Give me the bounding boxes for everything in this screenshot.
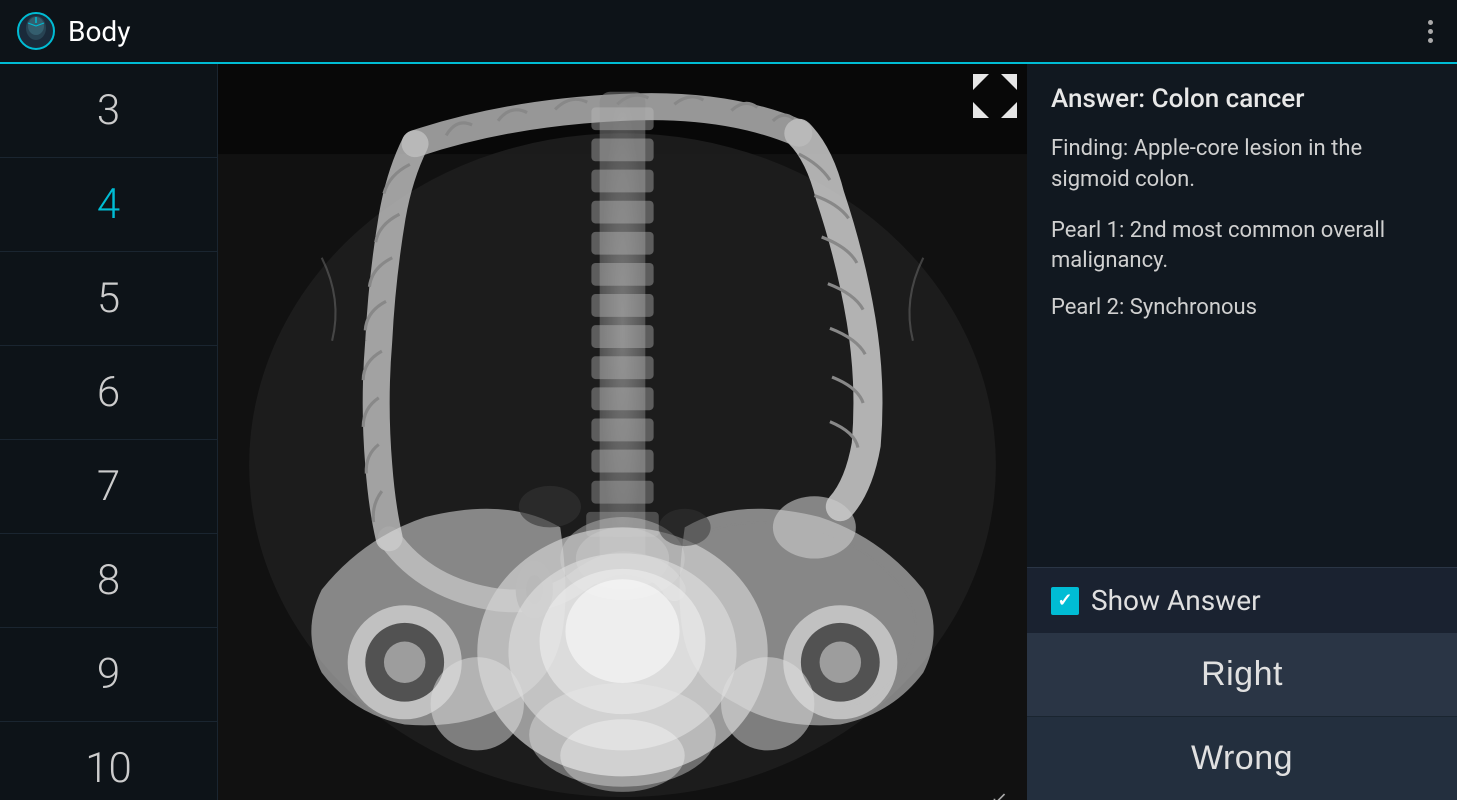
sidebar-item-6[interactable]: 6: [0, 346, 217, 440]
sidebar-item-3[interactable]: 3: [0, 64, 217, 158]
overflow-menu-button[interactable]: [1420, 16, 1441, 47]
app-title: Body: [68, 15, 130, 48]
right-button[interactable]: Right: [1027, 633, 1457, 716]
collapse-icon[interactable]: [971, 72, 1019, 120]
sidebar-item-10[interactable]: 10: [0, 722, 217, 800]
menu-dot-3: [1428, 38, 1433, 43]
main-content: 3 4 5 6 7 8 9 10: [0, 64, 1457, 800]
wrong-button[interactable]: Wrong: [1027, 716, 1457, 800]
answer-panel: Answer: Colon cancer Finding: Apple-core…: [1027, 64, 1457, 800]
sidebar-item-4[interactable]: 4: [0, 158, 217, 252]
header-left: Body: [16, 11, 130, 51]
app-logo-icon: [16, 11, 56, 51]
pearl1-text: Pearl 1: 2nd most common overall maligna…: [1051, 216, 1433, 278]
answer-title: Answer: Colon cancer: [1051, 84, 1433, 114]
checkbox-box: ✓: [1051, 587, 1079, 615]
collapse-arrows-icon: [971, 72, 1019, 120]
show-answer-row: ✓ Show Answer: [1027, 567, 1457, 633]
pearl2-text: Pearl 2: Synchronous: [1051, 293, 1433, 324]
finding-text: Finding: Apple-core lesion in the sigmoi…: [1051, 134, 1433, 196]
show-answer-label: Show Answer: [1091, 584, 1261, 617]
xray-image-area: ↙: [218, 64, 1027, 800]
svg-text:↙: ↙: [991, 787, 1008, 800]
answer-section: Answer: Colon cancer Finding: Apple-core…: [1027, 64, 1457, 567]
question-sidebar: 3 4 5 6 7 8 9 10: [0, 64, 218, 800]
sidebar-item-7[interactable]: 7: [0, 440, 217, 534]
show-answer-checkbox[interactable]: ✓ Show Answer: [1051, 584, 1261, 617]
xray-image: ↙: [218, 64, 1027, 800]
menu-dot-2: [1428, 29, 1433, 34]
menu-dot-1: [1428, 20, 1433, 25]
sidebar-item-9[interactable]: 9: [0, 628, 217, 722]
app-header: Body: [0, 0, 1457, 64]
checkmark-icon: ✓: [1057, 590, 1072, 611]
sidebar-item-5[interactable]: 5: [0, 252, 217, 346]
sidebar-item-8[interactable]: 8: [0, 534, 217, 628]
